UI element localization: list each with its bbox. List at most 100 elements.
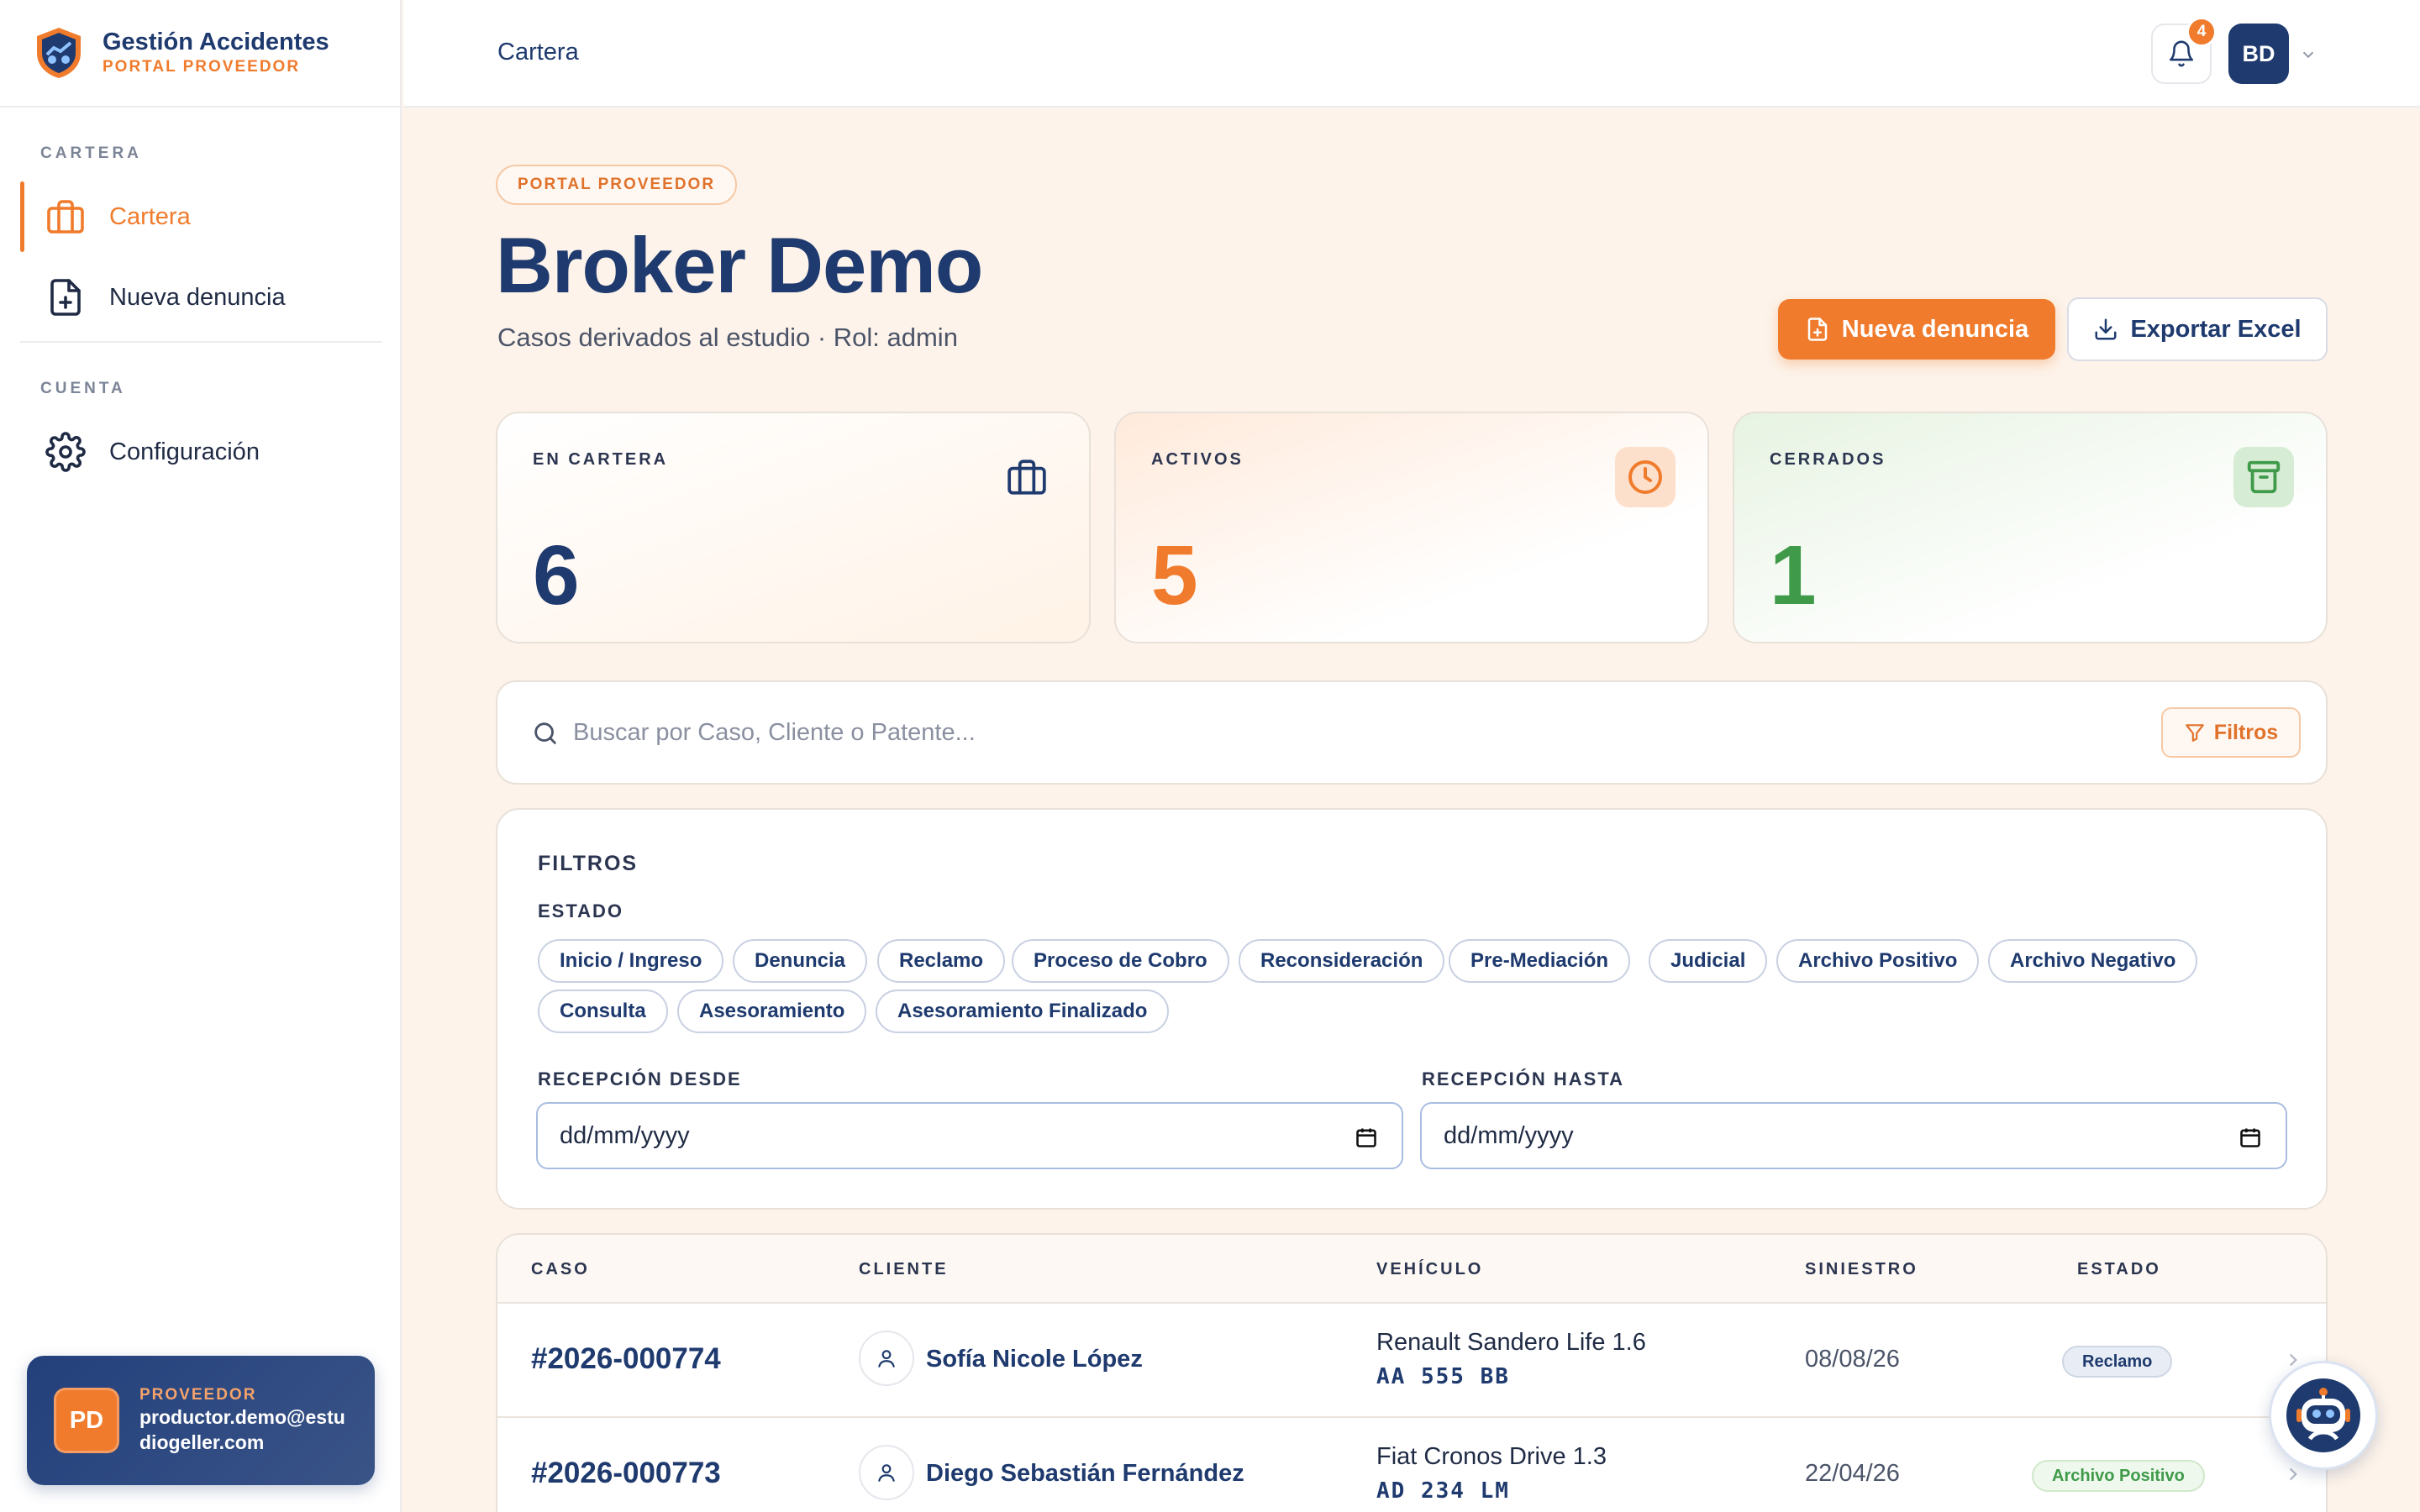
stat-icon-wrapper [1615, 447, 1676, 507]
vehicle-plate: AD 234 LM [1376, 1478, 1510, 1504]
filter-chip[interactable]: Proceso de Cobro [1012, 939, 1229, 983]
stat-label: CERRADOS [1770, 450, 1886, 469]
client-name: Diego Sebastián Fernández [926, 1460, 1244, 1487]
calendar-icon[interactable] [1355, 1126, 1378, 1149]
stat-icon-wrapper [997, 447, 1057, 507]
client-name: Sofía Nicole López [926, 1346, 1143, 1373]
case-id[interactable]: #2026-000773 [531, 1457, 721, 1490]
briefcase-icon [47, 200, 84, 234]
export-excel-button[interactable]: Exportar Excel [2067, 297, 2328, 361]
sidebar-item-cartera[interactable]: Cartera [20, 181, 381, 252]
page-title: Broker Demo [496, 221, 983, 309]
filter-chip[interactable]: Denuncia [733, 939, 868, 983]
sidebar-item-nueva-denuncia[interactable]: Nueva denuncia [20, 262, 381, 333]
chevron-right-icon[interactable] [2282, 1463, 2304, 1485]
date-to-value: dd/mm/yyyy [1444, 1121, 1574, 1149]
briefcase-icon [1007, 459, 1046, 495]
sidebar-section-cuenta: CUENTA [40, 380, 126, 397]
status-badge: Archivo Positivo [2032, 1460, 2205, 1492]
date-from-value: dd/mm/yyyy [560, 1121, 690, 1149]
clock-icon [1628, 460, 1662, 494]
user-avatar-button[interactable]: BD [2228, 24, 2289, 84]
search-bar[interactable]: Buscar por Caso, Cliente o Patente... Fi… [496, 680, 2328, 785]
column-header[interactable]: SINIESTRO [1805, 1260, 1918, 1279]
filter-chip[interactable]: Pre-Mediación [1449, 939, 1631, 983]
vehicle-model: Fiat Cronos Drive 1.3 [1376, 1443, 1607, 1470]
siniestro-date: 22/04/26 [1805, 1460, 1900, 1487]
file-plus-icon [50, 279, 81, 316]
new-report-button[interactable]: Nueva denuncia [1778, 299, 2055, 360]
stat-value: 1 [1770, 528, 1817, 622]
filters-button-label: Filtros [2213, 720, 2279, 744]
filter-chip[interactable]: Archivo Negativo [1988, 939, 2198, 983]
date-from-input[interactable]: dd/mm/yyyy [536, 1102, 1403, 1169]
cases-table: CASO CLIENTE VEHÍCULO SINIESTRO ESTADO #… [496, 1233, 2328, 1512]
filter-chip[interactable]: Asesoramiento Finalizado [876, 990, 1170, 1033]
filter-chip[interactable]: Asesoramiento [677, 990, 867, 1033]
filters-title: FILTROS [538, 852, 639, 875]
stat-value: 5 [1151, 528, 1198, 622]
date-to-input[interactable]: dd/mm/yyyy [1420, 1102, 2287, 1169]
sidebar-item-label: Configuración [109, 438, 260, 465]
user-icon [859, 1331, 914, 1386]
filter-chip[interactable]: Consulta [538, 990, 668, 1033]
user-card[interactable]: PD PROVEEDOR productor.demo@estudiogelle… [27, 1356, 375, 1485]
sidebar-divider [20, 341, 381, 343]
page-subtitle: Casos derivados al estudio · Rol: admin [497, 323, 958, 352]
user-role: PROVEEDOR [139, 1386, 257, 1404]
stat-card-en-cartera: EN CARTERA 6 [496, 412, 1091, 643]
new-report-label: Nueva denuncia [1841, 315, 2029, 343]
sidebar-item-configuracion[interactable]: Configuración [20, 417, 381, 487]
case-id[interactable]: #2026-000774 [531, 1342, 721, 1376]
assistant-bot-button[interactable] [2269, 1361, 2378, 1470]
sidebar: Gestión Accidentes PORTAL PROVEEDOR CART… [0, 0, 402, 1512]
column-header[interactable]: VEHÍCULO [1376, 1260, 1483, 1279]
filter-chip[interactable]: Judicial [1649, 939, 1768, 983]
vehicle-plate: AA 555 BB [1376, 1364, 1510, 1389]
column-header[interactable]: ESTADO [2077, 1260, 2161, 1279]
shield-logo-icon [37, 28, 81, 78]
search-icon [534, 722, 556, 744]
brand-title: Gestión Accidentes [103, 29, 329, 55]
calendar-icon[interactable] [2238, 1126, 2262, 1149]
siniestro-date: 08/08/26 [1805, 1346, 1900, 1373]
archive-icon [2247, 460, 2281, 494]
brand-subtitle: PORTAL PROVEEDOR [103, 58, 301, 76]
user-email: productor.demo@estudiogeller.com [139, 1406, 345, 1453]
column-header[interactable]: CASO [531, 1260, 590, 1279]
user-avatar: PD [54, 1388, 119, 1453]
filter-chip[interactable]: Reconsideración [1239, 939, 1445, 983]
date-from-label: RECEPCIÓN DESDE [538, 1068, 742, 1089]
estado-label: ESTADO [538, 900, 624, 921]
robot-icon [2286, 1378, 2360, 1452]
filter-chip[interactable]: Archivo Positivo [1776, 939, 1980, 983]
export-excel-label: Exportar Excel [2130, 315, 2302, 343]
vehicle-model: Renault Sandero Life 1.6 [1376, 1329, 1646, 1356]
filters-panel: FILTROS ESTADO Inicio / Ingreso Denuncia… [496, 808, 2328, 1210]
status-badge: Reclamo [2062, 1346, 2173, 1378]
stat-label: EN CARTERA [533, 450, 669, 469]
notification-count-badge: 4 [2186, 17, 2217, 47]
sidebar-section-cartera: CARTERA [40, 144, 142, 162]
stat-card-activos: ACTIVOS 5 [1114, 412, 1709, 643]
filters-button[interactable]: Filtros [2161, 707, 2301, 758]
sidebar-item-label: Nueva denuncia [109, 283, 286, 311]
date-to-label: RECEPCIÓN HASTA [1422, 1068, 1625, 1089]
sidebar-item-label: Cartera [109, 202, 191, 230]
filter-icon [2185, 724, 2204, 742]
table-row[interactable]: #2026-000773 Diego Sebastián Fernández F… [497, 1418, 2326, 1512]
gear-icon [45, 432, 86, 472]
table-row[interactable]: #2026-000774 Sofía Nicole López Renault … [497, 1304, 2326, 1418]
search-input[interactable]: Buscar por Caso, Cliente o Patente... [573, 719, 976, 747]
download-icon [2095, 318, 2117, 340]
brand[interactable]: Gestión Accidentes PORTAL PROVEEDOR [0, 0, 400, 108]
filter-chip[interactable]: Inicio / Ingreso [538, 939, 724, 983]
stat-value: 6 [533, 528, 580, 622]
chevron-down-icon[interactable] [2299, 45, 2317, 64]
stat-label: ACTIVOS [1151, 450, 1244, 469]
breadcrumb: Cartera [497, 39, 579, 66]
topbar: Cartera 4 BD [403, 0, 2420, 108]
column-header[interactable]: CLIENTE [859, 1260, 949, 1279]
filter-chip[interactable]: Reclamo [877, 939, 1006, 983]
stat-card-cerrados: CERRADOS 1 [1733, 412, 2328, 643]
